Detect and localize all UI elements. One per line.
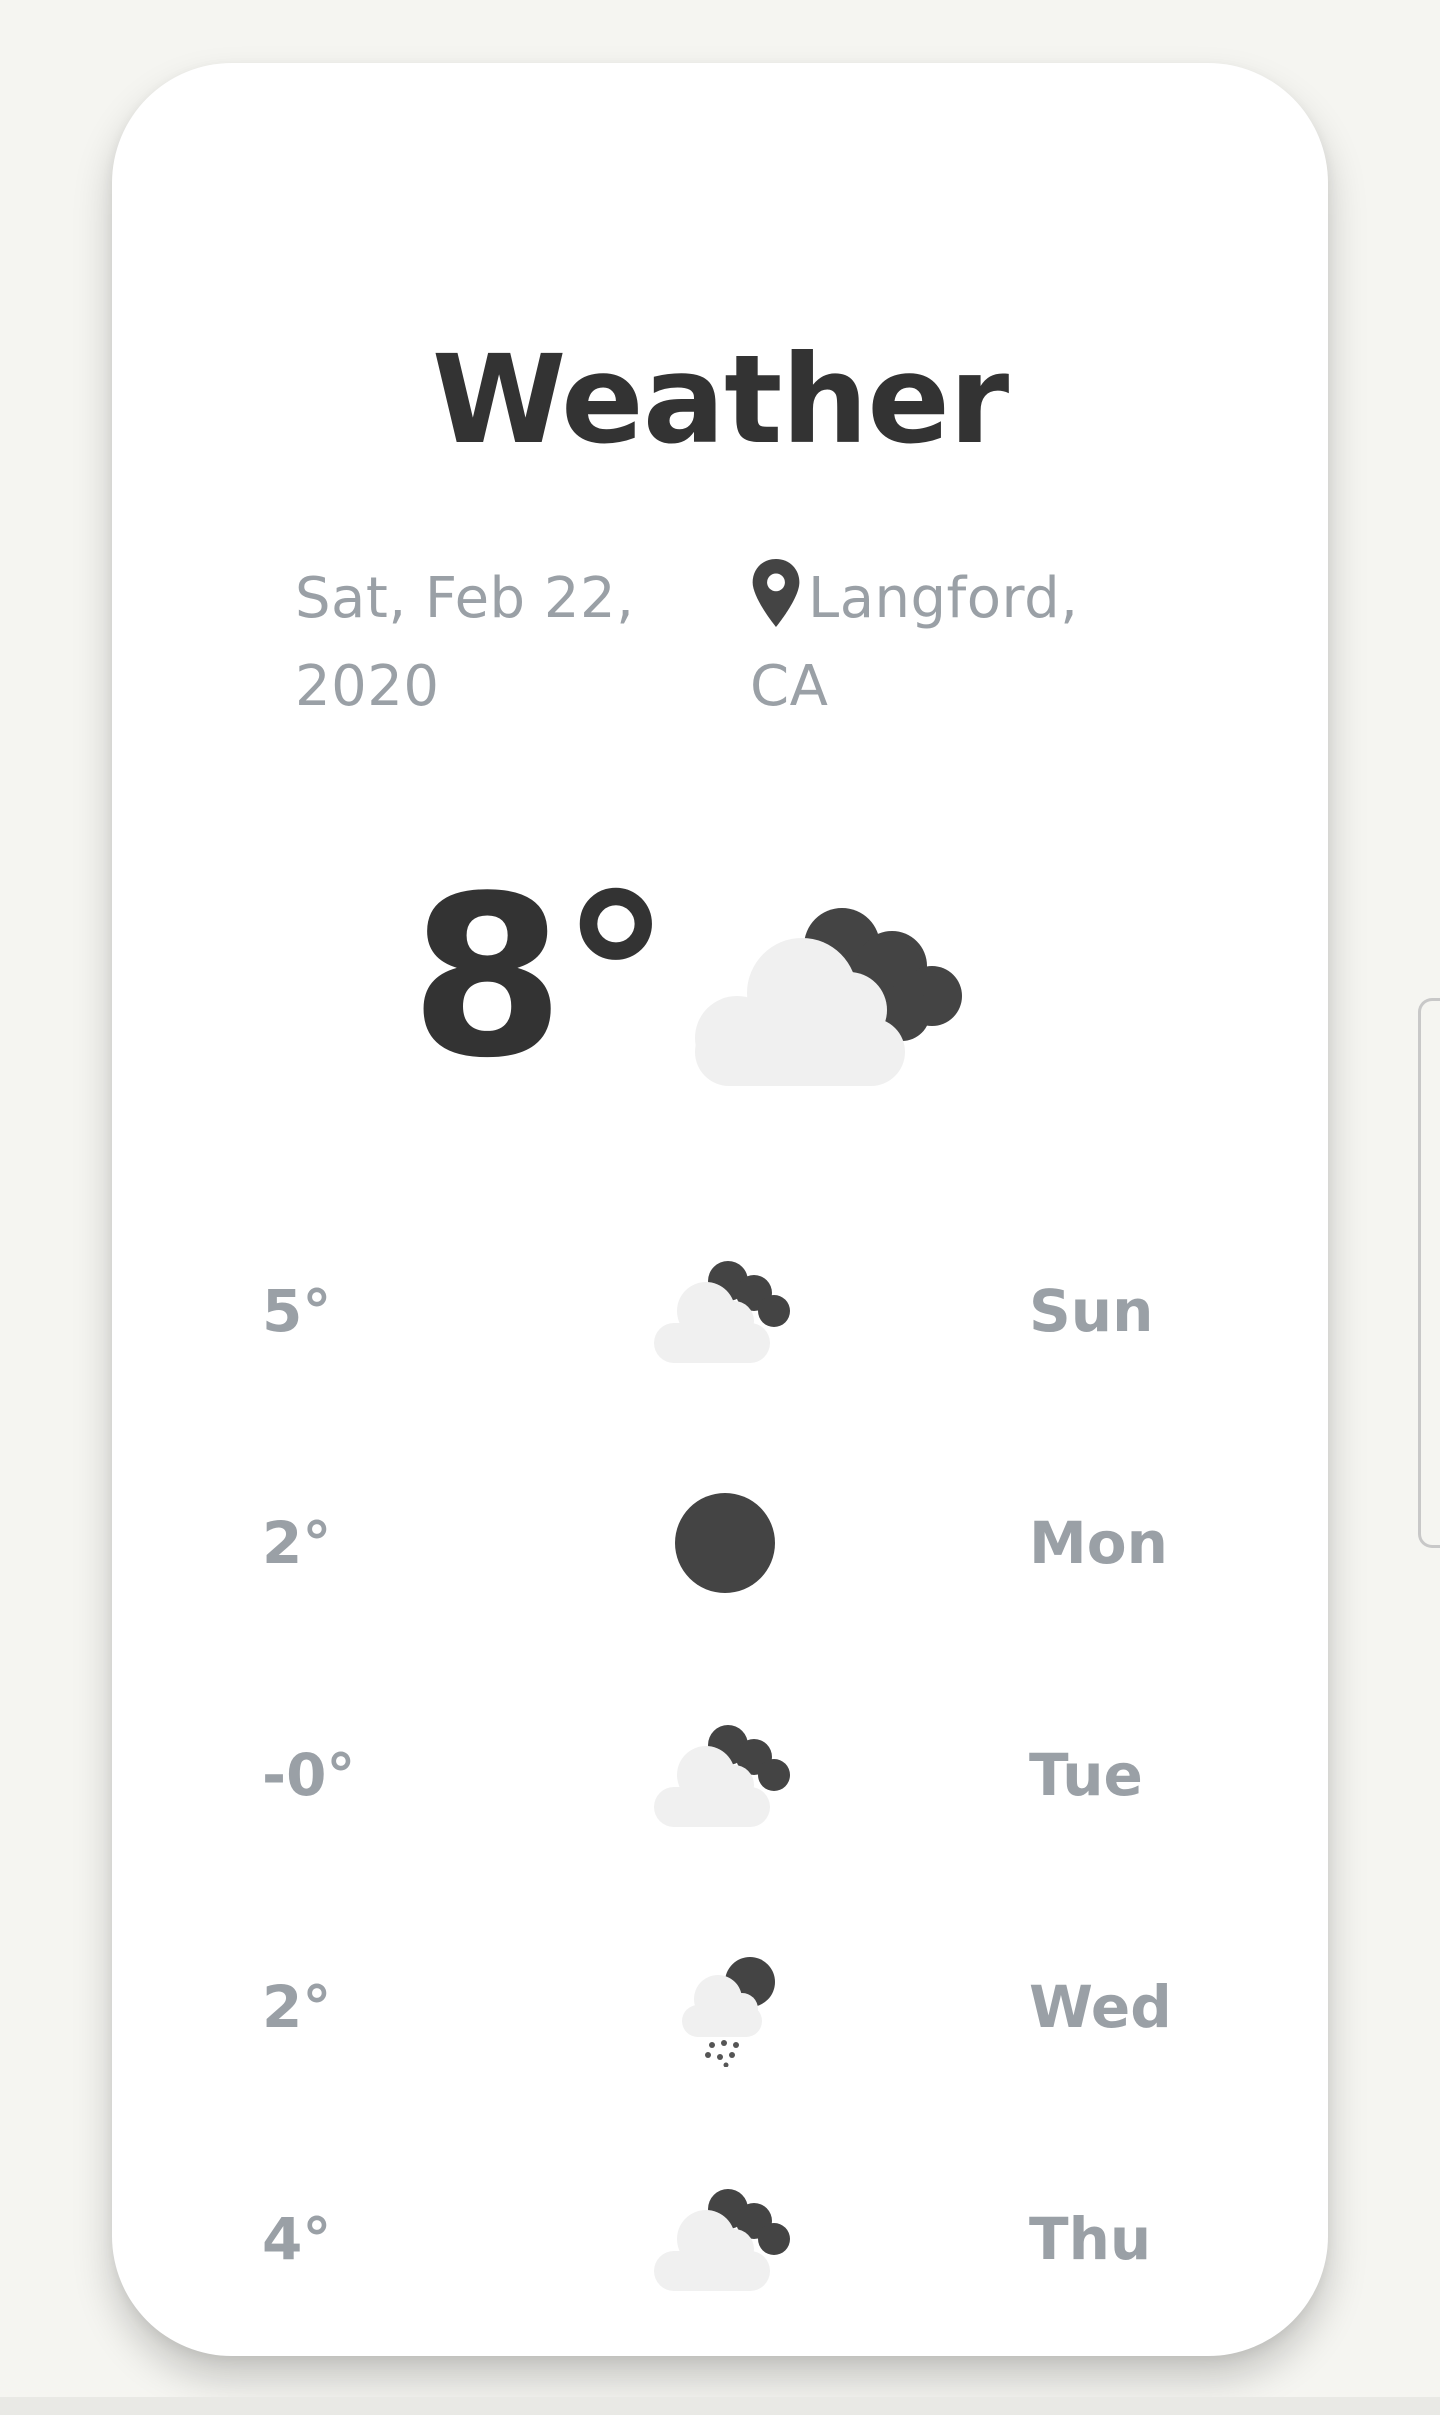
forecast-temp: 4°: [262, 2205, 332, 2273]
forecast-temp: 2°: [262, 1509, 332, 1577]
forecast-row: 4° Thu: [112, 2179, 1328, 2299]
location: Langford, CA: [750, 555, 1170, 731]
snow-night-icon: [682, 1957, 775, 2067]
forecast-row: 5° Sun: [112, 1251, 1328, 1371]
cloudy-night-icon: [654, 1725, 790, 1827]
side-drawer-handle[interactable]: [1418, 998, 1440, 1548]
forecast-row: -0° Tue: [112, 1715, 1328, 1835]
cloudy-night-icon: [654, 2189, 790, 2291]
forecast-row: 2° Wed: [112, 1947, 1328, 2067]
page-title: Weather: [431, 329, 1009, 471]
forecast-day: Wed: [1029, 1973, 1172, 2041]
forecast-day: Sun: [1029, 1277, 1154, 1345]
date-text: Sat, Feb 22, 2020: [295, 566, 635, 719]
current-temperature: 8°: [410, 849, 671, 1107]
current-weather: 8°: [112, 858, 1328, 1118]
location-pin-icon: [752, 559, 800, 627]
forecast-day: Mon: [1029, 1509, 1168, 1577]
weather-card: Weather Sat, Feb 22, 2020 Langford, CA 8…: [112, 63, 1328, 2356]
forecast-day: Thu: [1029, 2205, 1152, 2273]
forecast-temp: 5°: [262, 1277, 332, 1345]
clear-night-icon: [675, 1493, 775, 1593]
forecast-temp: -0°: [262, 1741, 356, 1809]
cloudy-night-icon: [695, 908, 962, 1086]
forecast-temp: 2°: [262, 1973, 332, 2041]
forecast-row: 2° Mon: [112, 1483, 1328, 1603]
cloudy-night-icon: [654, 1261, 790, 1363]
bottom-divider: [0, 2397, 1440, 2415]
forecast-day: Tue: [1029, 1741, 1143, 1809]
